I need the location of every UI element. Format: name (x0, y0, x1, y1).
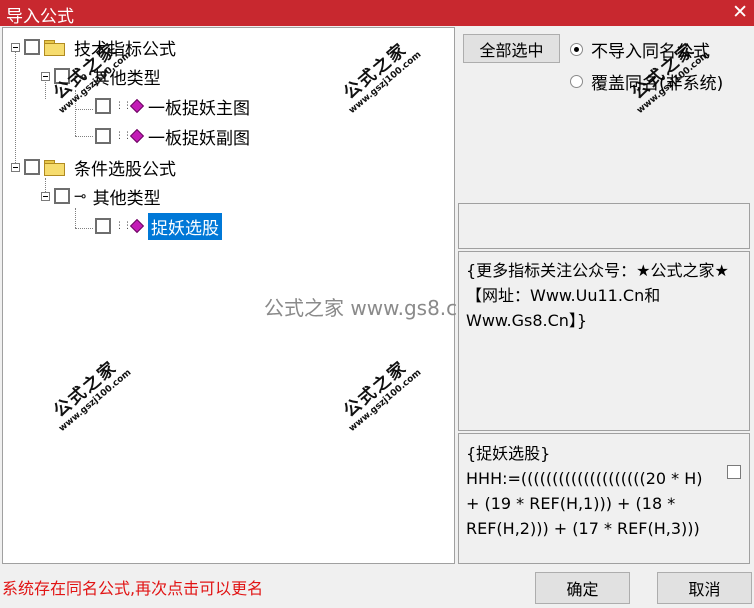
window-title: 导入公式 (6, 7, 74, 27)
tree-node-label: 条件选股公式 (74, 159, 176, 180)
blank-panel (458, 203, 750, 249)
collapse-icon[interactable] (11, 42, 20, 52)
tree-node-other-types-2[interactable]: ⊸ 其他类型 (41, 183, 161, 209)
formula-icon: ⋮⋮ (115, 218, 145, 234)
cancel-button[interactable]: 取消 (657, 572, 752, 604)
tree-checkbox[interactable] (24, 159, 40, 175)
tree-line (15, 47, 16, 167)
radio-dot[interactable] (570, 43, 583, 56)
collapse-icon[interactable] (41, 71, 50, 81)
radio-overwrite-duplicate[interactable]: 覆盖同名(非系统) (570, 69, 723, 94)
tree-checkbox[interactable] (24, 39, 40, 55)
tree-node-label: 其他类型 (92, 188, 161, 209)
status-message: 系统存在同名公式,再次点击可以更名 (2, 579, 264, 598)
tree-line (75, 208, 76, 228)
ok-button[interactable]: 确定 (535, 572, 630, 604)
tree-checkbox[interactable] (95, 218, 111, 234)
radio-label: 覆盖同名(非系统) (591, 74, 724, 94)
tree-checkbox[interactable] (54, 188, 70, 204)
code-checkbox[interactable] (727, 465, 741, 479)
select-all-button[interactable]: 全部选中 (463, 34, 560, 63)
tree-checkbox[interactable] (95, 98, 111, 114)
formula-icon: ⋮⋮ (115, 98, 145, 114)
collapse-icon[interactable] (41, 191, 50, 201)
close-icon[interactable]: ✕ (732, 1, 748, 23)
tree-node-label: 捉妖选股 (148, 212, 222, 240)
formula-icon: ⋮⋮ (115, 128, 145, 144)
tree-node-main-chart[interactable]: ⋮⋮ 一板捉妖主图 (95, 93, 250, 119)
tree-line (75, 136, 93, 137)
formula-code: {捉妖选股} HHH:=((((((((((((((((((((20 * H) … (466, 444, 703, 538)
title-bar: 导入公式 ✕ (0, 0, 754, 27)
tree-node-stock-selection[interactable]: 条件选股公式 (11, 154, 176, 180)
center-watermark: 公式之家 www.gs8.cn (264, 296, 470, 320)
tree-line (75, 109, 93, 110)
tree-node-label: 一板捉妖主图 (148, 98, 250, 119)
radio-label: 不导入同名公式 (591, 42, 710, 62)
tree-node-label: 一板捉妖副图 (148, 128, 250, 149)
key-icon: ⊸ (74, 187, 87, 205)
tree-node-sub-chart[interactable]: ⋮⋮ 一板捉妖副图 (95, 123, 250, 149)
folder-icon (44, 159, 65, 176)
radio-dot[interactable] (570, 75, 583, 88)
collapse-icon[interactable] (11, 162, 20, 172)
tree-node-catch-demon-selection[interactable]: ⋮⋮ 捉妖选股 (95, 212, 222, 240)
tree-line (75, 228, 93, 229)
radio-no-import-duplicate[interactable]: 不导入同名公式 (570, 37, 710, 62)
folder-icon (44, 39, 65, 56)
tree-checkbox[interactable] (95, 128, 111, 144)
formula-description: {更多指标关注公众号：★公式之家★ 【网址：Www.Uu11.Cn和Www.Gs… (466, 261, 729, 330)
